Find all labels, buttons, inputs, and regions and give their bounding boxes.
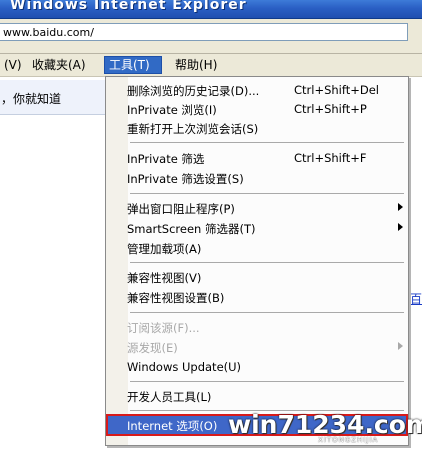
menu-item-manage-addons[interactable]: 管理加载项(A) <box>108 239 406 257</box>
menu-item-shortcut: Ctrl+Shift+Del <box>294 83 379 97</box>
menu-tools[interactable]: 工具(T) <box>104 56 162 74</box>
page-tab-text: ，你就知道 <box>1 92 62 106</box>
menu-item-label: 重新打开上次浏览会话(S) <box>127 122 259 136</box>
title-bar: Windows Internet Explorer <box>0 0 422 19</box>
submenu-arrow-icon <box>398 342 403 350</box>
menu-item-label: Internet 选项(O) <box>127 419 218 433</box>
menu-item-label: InPrivate 浏览(I) <box>127 103 217 117</box>
menu-item-label: 订阅该源(F)... <box>127 321 200 335</box>
page-edge-link[interactable]: 百 <box>410 290 422 307</box>
menu-item-compat-view-settings[interactable]: 兼容性视图设置(B) <box>108 288 406 306</box>
menu-item-inprivate-browsing[interactable]: InPrivate 浏览(I) Ctrl+Shift+P <box>108 100 406 118</box>
menu-item-windows-update[interactable]: Windows Update(U) <box>108 358 406 376</box>
menu-bar: (V) 收藏夹(A) 工具(T) 帮助(H) <box>0 54 422 77</box>
menu-item-shortcut: Ctrl+Shift+F <box>294 151 367 165</box>
address-input[interactable]: www.baidu.com/ <box>0 23 408 41</box>
menu-item-label: 兼容性视图(V) <box>127 271 202 285</box>
page-left-pane <box>0 115 107 450</box>
menu-item-inprivate-filter[interactable]: InPrivate 筛选 Ctrl+Shift+F <box>108 149 406 167</box>
menu-item-label: 兼容性视图设置(B) <box>127 291 225 305</box>
menu-separator <box>130 193 404 195</box>
menu-item-shortcut: Ctrl+Shift+P <box>294 102 367 116</box>
menu-separator <box>130 262 404 264</box>
menu-help[interactable]: 帮助(H) <box>171 56 221 74</box>
menu-item-subscribe-feed: 订阅该源(F)... <box>108 318 406 336</box>
menu-view[interactable]: (V) <box>0 56 26 74</box>
watermark: win71234.com <box>228 410 422 439</box>
window-title: Windows Internet Explorer <box>10 0 247 13</box>
menu-item-developer-tools[interactable]: 开发人员工具(L) <box>108 387 406 405</box>
tools-menu: 删除浏览的历史记录(D)... Ctrl+Shift+Del InPrivate… <box>105 76 409 446</box>
menu-item-label: Windows Update(U) <box>127 360 242 374</box>
menu-item-label: SmartScreen 筛选器(T) <box>127 222 256 236</box>
menu-item-popup-blocker[interactable]: 弹出窗口阻止程序(P) <box>108 199 406 217</box>
submenu-arrow-icon <box>398 223 403 231</box>
menu-item-compat-view[interactable]: 兼容性视图(V) <box>108 268 406 286</box>
page-right-strip <box>410 77 422 450</box>
menu-item-label: 管理加载项(A) <box>127 242 202 256</box>
menu-favorites[interactable]: 收藏夹(A) <box>28 56 90 74</box>
menu-item-label: 开发人员工具(L) <box>127 390 212 404</box>
menu-item-reopen-session[interactable]: 重新打开上次浏览会话(S) <box>108 119 406 137</box>
watermark-subtext: XITONGZHIJIA <box>318 436 379 444</box>
menu-item-label: InPrivate 筛选设置(S) <box>127 172 244 186</box>
menu-item-delete-history[interactable]: 删除浏览的历史记录(D)... Ctrl+Shift+Del <box>108 81 406 99</box>
menu-separator <box>130 142 404 144</box>
menu-item-feed-discovery: 源发现(E) <box>108 338 406 356</box>
page-tab[interactable]: ，你就知道 <box>0 80 107 115</box>
submenu-arrow-icon <box>398 203 403 211</box>
menu-separator <box>130 381 404 383</box>
menu-item-inprivate-filter-settings[interactable]: InPrivate 筛选设置(S) <box>108 169 406 187</box>
address-bar: www.baidu.com/ <box>0 19 422 54</box>
menu-item-label: 删除浏览的历史记录(D)... <box>127 84 260 98</box>
menu-item-label: InPrivate 筛选 <box>127 152 205 166</box>
menu-item-label: 弹出窗口阻止程序(P) <box>127 202 235 216</box>
menu-separator <box>130 312 404 314</box>
menu-item-label: 源发现(E) <box>127 341 178 355</box>
menu-item-smartscreen[interactable]: SmartScreen 筛选器(T) <box>108 219 406 237</box>
